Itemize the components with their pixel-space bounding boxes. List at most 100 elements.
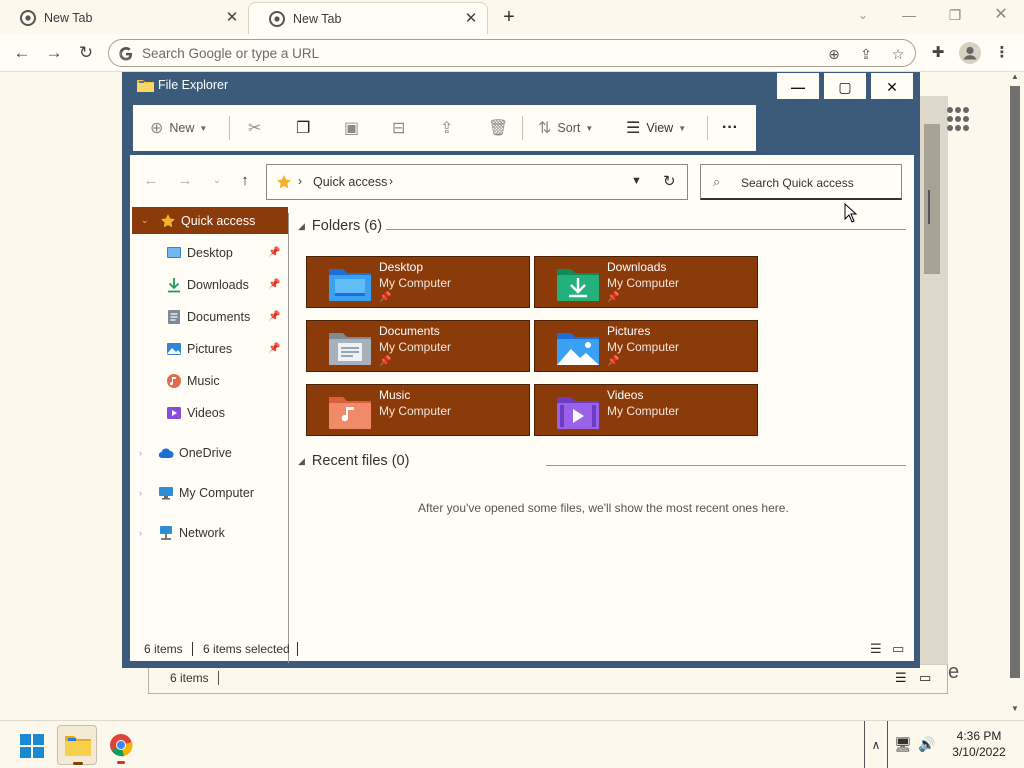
up-arrow-icon[interactable]: ↑ xyxy=(234,172,256,190)
forward-arrow-icon[interactable]: → xyxy=(42,41,66,65)
background-window-edge xyxy=(928,190,930,224)
reload-icon[interactable]: ↻ xyxy=(74,41,98,65)
sort-button[interactable]: ⇅ Sort ▼ xyxy=(538,105,593,151)
rename-button[interactable]: ⊟ xyxy=(392,105,405,151)
folder-name: Videos xyxy=(607,388,644,402)
share-icon[interactable]: ⇪ xyxy=(857,45,875,63)
nav-item-videos[interactable]: Videos xyxy=(130,399,286,426)
recent-files-group-header[interactable]: ◢ Recent files (0) xyxy=(298,453,409,469)
folder-tile-pictures[interactable]: Pictures My Computer 📌 xyxy=(534,320,758,372)
windows-start-icon[interactable] xyxy=(20,734,44,758)
chrome-favicon-icon xyxy=(269,10,285,27)
network-tray-icon[interactable]: 🖥 xyxy=(894,736,912,754)
folder-tile-music[interactable]: Music My Computer xyxy=(306,384,530,436)
tiles-view-icon[interactable]: ▭ xyxy=(919,670,931,686)
volume-icon[interactable]: 🔊 xyxy=(918,736,936,754)
view-button[interactable]: ☰ View ▼ xyxy=(626,105,686,151)
nav-item-network[interactable]: › Network xyxy=(130,519,286,546)
trash-icon: 🗑 xyxy=(488,120,509,137)
minimize-button[interactable]: — xyxy=(776,72,820,100)
browser-tab-2[interactable]: New Tab ✕ xyxy=(248,2,488,34)
forward-arrow-icon[interactable]: → xyxy=(174,172,196,190)
back-arrow-icon[interactable]: ← xyxy=(10,41,34,65)
collapse-chevron-icon[interactable]: ⌄ xyxy=(141,215,149,226)
browser-tab-1[interactable]: New Tab ✕ xyxy=(0,2,248,34)
browser-minimize-button[interactable]: — xyxy=(894,4,924,26)
scroll-down-arrow-icon[interactable]: ▼ xyxy=(1011,704,1019,713)
status-selected-count: 6 items selected xyxy=(203,642,290,656)
extensions-puzzle-icon[interactable]: ✚ xyxy=(928,43,948,63)
browser-menu-icon[interactable]: ⋮ xyxy=(992,43,1012,63)
folder-tile-downloads[interactable]: Downloads My Computer 📌 xyxy=(534,256,758,308)
breadcrumb-chevron-icon[interactable]: › xyxy=(389,174,393,188)
apps-grid-icon xyxy=(947,107,969,131)
close-tab-icon[interactable]: ✕ xyxy=(463,10,479,27)
desktop-folder-icon xyxy=(329,269,371,301)
taskbar: ∧ 🖥 🔊 4:36 PM 3/10/2022 xyxy=(0,720,1024,768)
taskbar-file-explorer[interactable] xyxy=(57,725,97,765)
downloads-folder-icon xyxy=(557,269,599,301)
paste-button[interactable]: ▣ xyxy=(344,105,359,151)
cut-button[interactable]: ✂ xyxy=(248,105,261,151)
folder-tile-documents[interactable]: Documents My Computer 📌 xyxy=(306,320,530,372)
details-view-icon[interactable]: ☰ xyxy=(870,641,882,657)
profile-avatar-icon[interactable] xyxy=(959,42,981,64)
new-button[interactable]: ⊕ New ▼ xyxy=(150,105,207,151)
more-options-button[interactable]: ··· xyxy=(722,105,738,151)
nav-item-documents[interactable]: Documents 📌 xyxy=(130,303,286,330)
search-input[interactable]: ⌕ Search Quick access xyxy=(700,164,902,200)
folder-tile-desktop[interactable]: Desktop My Computer 📌 xyxy=(306,256,530,308)
taskbar-chrome[interactable] xyxy=(101,725,141,765)
folder-location: My Computer xyxy=(379,404,452,418)
expand-chevron-icon[interactable]: › xyxy=(139,528,142,538)
bookmark-star-icon[interactable]: ☆ xyxy=(889,45,907,63)
browser-close-button[interactable]: ✕ xyxy=(986,4,1016,26)
expand-chevron-icon[interactable]: › xyxy=(139,488,142,498)
delete-button[interactable]: 🗑 xyxy=(488,105,508,151)
close-button[interactable]: ✕ xyxy=(870,72,914,100)
nav-item-music[interactable]: Music xyxy=(130,367,286,394)
nav-item-quick-access[interactable]: ⌄ Quick access xyxy=(132,207,288,234)
nav-item-onedrive[interactable]: › OneDrive xyxy=(130,439,286,466)
explorer-titlebar[interactable]: File Explorer — ▢ ✕ xyxy=(122,72,920,100)
breadcrumb-quick-access[interactable]: Quick access xyxy=(313,175,387,189)
omnibox[interactable]: Search Google or type a URL ⊕ ⇪ ☆ xyxy=(108,39,916,67)
scissors-icon: ✂ xyxy=(248,120,262,137)
nav-item-desktop[interactable]: Desktop 📌 xyxy=(130,239,286,266)
close-tab-icon[interactable]: ✕ xyxy=(224,10,240,26)
explorer-title: File Explorer xyxy=(158,78,229,92)
folder-tile-videos[interactable]: Videos My Computer xyxy=(534,384,758,436)
nav-label: Desktop xyxy=(187,245,233,260)
nav-item-downloads[interactable]: Downloads 📌 xyxy=(130,271,286,298)
scrollbar-thumb[interactable] xyxy=(1010,86,1020,678)
copy-button[interactable]: ❐ xyxy=(296,105,310,151)
recent-locations-chevron-icon[interactable]: ⌄ xyxy=(206,172,228,190)
nav-item-pictures[interactable]: Pictures 📌 xyxy=(130,335,286,362)
folder-name: Documents xyxy=(379,324,440,338)
pane-divider[interactable] xyxy=(288,213,289,663)
documents-icon xyxy=(168,309,180,324)
pin-icon: 📌 xyxy=(268,311,281,322)
maximize-button[interactable]: ▢ xyxy=(823,72,867,100)
browser-restore-button[interactable]: ❐ xyxy=(940,4,970,26)
back-arrow-icon[interactable]: ← xyxy=(140,172,162,190)
share-button[interactable]: ⇪ xyxy=(440,105,453,151)
folder-location: My Computer xyxy=(607,404,680,418)
new-tab-button[interactable]: + xyxy=(498,6,520,28)
show-hidden-icons-chevron[interactable]: ∧ xyxy=(864,721,888,768)
tiles-view-icon[interactable]: ▭ xyxy=(892,641,904,657)
nav-item-my-computer[interactable]: › My Computer xyxy=(130,479,286,506)
refresh-icon[interactable]: ↻ xyxy=(663,172,676,190)
folders-group-header[interactable]: ◢ Folders (6) xyxy=(298,218,382,234)
downloads-icon xyxy=(168,277,180,292)
tab-search-chevron-icon[interactable]: ⌄ xyxy=(854,6,872,24)
zoom-icon[interactable]: ⊕ xyxy=(825,45,843,63)
scroll-up-arrow-icon[interactable]: ▲ xyxy=(1011,72,1019,81)
page-scrollbar[interactable]: ▲ ▼ xyxy=(1008,72,1024,720)
expand-chevron-icon[interactable]: › xyxy=(139,448,142,458)
address-dropdown-icon[interactable]: ▼ xyxy=(631,175,642,187)
taskbar-clock[interactable]: 4:36 PM 3/10/2022 xyxy=(944,728,1014,760)
address-bar[interactable]: › Quick access › ▼ ↻ xyxy=(266,164,688,200)
details-view-icon[interactable]: ☰ xyxy=(895,670,907,686)
paste-icon: ▣ xyxy=(344,120,360,137)
